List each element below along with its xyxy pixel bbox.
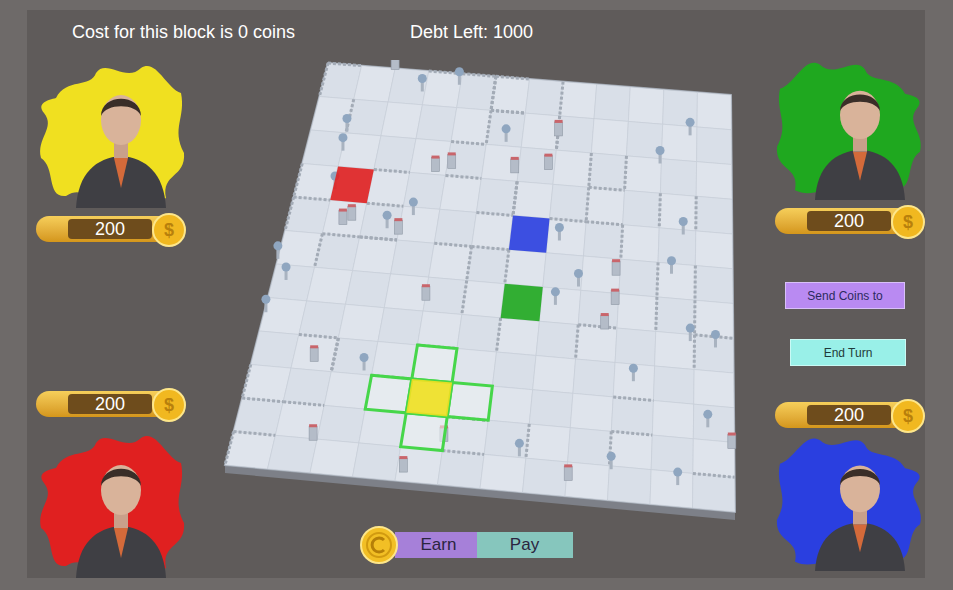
coin-counter: 200$	[775, 205, 925, 237]
coin-amount: 200	[807, 211, 891, 231]
header: Cost for this block is 0 coinsDebt Left:…	[27, 10, 925, 55]
earn-pay-toggle: EarnPay	[360, 526, 601, 564]
player-portrait	[775, 55, 925, 200]
coin-amount: 200	[68, 219, 152, 239]
send-coins-button[interactable]: Send Coins to	[785, 282, 905, 309]
player-token[interactable]	[500, 284, 542, 322]
game-panel: Cost for this block is 0 coinsDebt Left:…	[27, 10, 925, 578]
move-highlight[interactable]	[411, 345, 456, 383]
person-icon	[76, 95, 166, 208]
player-portrait	[36, 428, 186, 578]
person-icon	[815, 466, 905, 571]
player-token[interactable]	[508, 216, 549, 253]
coin-bar: 200	[36, 391, 168, 417]
player-token[interactable]	[330, 166, 374, 203]
player-portrait	[775, 431, 925, 571]
move-highlight[interactable]	[406, 379, 452, 417]
coin-bar: 200	[36, 216, 168, 242]
coin-counter: 200$	[36, 388, 186, 420]
coin-bar: 200	[775, 402, 907, 428]
player-token-group[interactable]	[330, 166, 374, 203]
earn-button[interactable]: Earn	[395, 532, 477, 558]
move-highlight[interactable]	[400, 413, 447, 451]
board-area: EarnPay	[190, 55, 770, 578]
coin-icon: $	[152, 213, 186, 247]
player-token-group[interactable]	[500, 284, 542, 322]
coin-icon: $	[891, 205, 925, 239]
debt-text: Debt Left: 1000	[410, 19, 533, 46]
coin-amount: 200	[68, 394, 152, 414]
move-highlight[interactable]	[365, 375, 412, 413]
buildings	[225, 60, 736, 485]
player-token-group[interactable]	[365, 345, 492, 451]
player-token[interactable]	[406, 379, 452, 417]
player-portrait-icon	[775, 431, 925, 571]
cost-text: Cost for this block is 0 coins	[72, 19, 410, 46]
person-icon	[76, 465, 166, 578]
player-portrait-icon	[775, 55, 925, 200]
left-players: 200$200$	[27, 55, 190, 578]
coin-icon	[360, 526, 398, 564]
game-board[interactable]	[223, 60, 738, 522]
player-portrait-icon	[36, 428, 186, 578]
coin-bar: 200	[775, 208, 907, 234]
coin-amount: 200	[807, 405, 891, 425]
board-cells[interactable]	[225, 63, 735, 512]
player-token-group[interactable]	[508, 216, 549, 253]
end-turn-button[interactable]: End Turn	[790, 339, 906, 366]
move-highlight[interactable]	[447, 383, 492, 421]
coin-icon: $	[152, 388, 186, 422]
right-players: 200$Send Coins toEnd Turn200$	[770, 55, 925, 578]
player-portrait-icon	[36, 58, 186, 208]
pay-button[interactable]: Pay	[477, 532, 573, 558]
coin-counter: 200$	[36, 213, 186, 245]
coin-icon: $	[891, 399, 925, 433]
player-portrait	[36, 58, 186, 208]
person-icon	[815, 91, 905, 200]
coin-counter: 200$	[775, 399, 925, 431]
